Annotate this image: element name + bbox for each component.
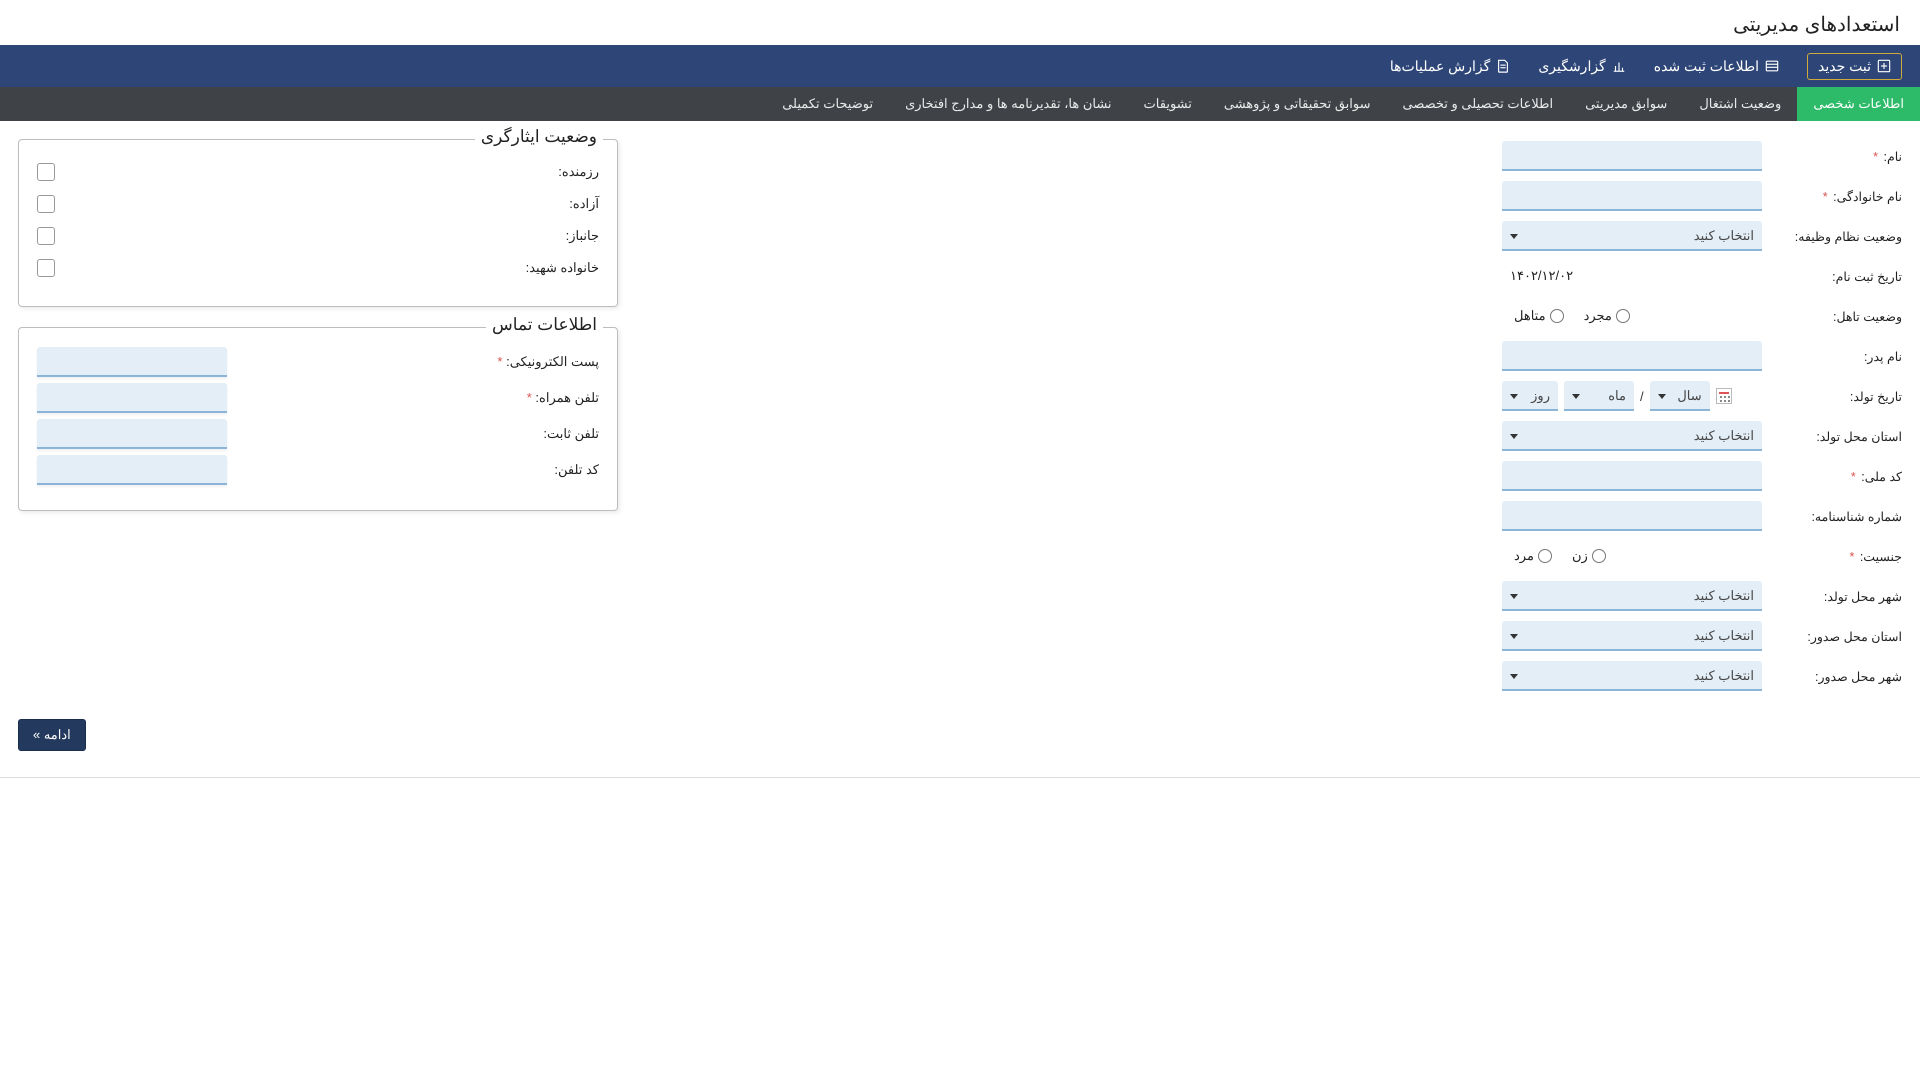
label-phone: تلفن ثابت:	[235, 426, 599, 442]
veteran-label-0: رزمنده:	[558, 164, 599, 180]
new-label: ثبت جدید	[1818, 58, 1871, 75]
dob-month-select[interactable]: ماه	[1564, 381, 1634, 411]
tab-employment[interactable]: وضعیت اشتغال	[1683, 87, 1797, 121]
label-father: نام پدر:	[1762, 349, 1902, 364]
page-title: استعدادهای مدیریتی	[0, 0, 1920, 45]
father-input[interactable]	[1502, 341, 1762, 371]
tab-research[interactable]: سوابق تحقیقاتی و پژوهشی	[1208, 87, 1387, 121]
birth-city-select[interactable]: انتخاب کنید	[1502, 581, 1762, 611]
label-area: کد تلفن:	[235, 462, 599, 478]
label-idno: شماره شناسنامه:	[1762, 509, 1902, 524]
document-icon	[1496, 59, 1510, 73]
oplog-link[interactable]: گزارش عملیات‌ها	[1390, 58, 1510, 75]
area-input[interactable]	[37, 455, 227, 485]
veteran-label-3: خانواده شهید:	[526, 260, 599, 276]
mobile-input[interactable]	[37, 383, 227, 413]
personal-fields: نام: * نام خانوادگی: * وضعیت نظام وظیفه:…	[1502, 139, 1902, 699]
continue-button[interactable]: ادامه »	[18, 719, 86, 751]
phone-input[interactable]	[37, 419, 227, 449]
idno-input[interactable]	[1502, 501, 1762, 531]
label-military: وضعیت نظام وظیفه:	[1762, 229, 1902, 244]
reporting-label: گزارشگیری	[1538, 58, 1605, 75]
radio-female[interactable]: زن	[1566, 548, 1606, 564]
label-last-name: نام خانوادگی: *	[1762, 189, 1902, 204]
list-icon	[1765, 59, 1779, 73]
veteran-label-1: آزاده:	[569, 196, 599, 212]
veteran-fieldset: وضعیت ایثارگری رزمنده: آزاده: جانباز: خا…	[18, 139, 618, 307]
nid-input[interactable]	[1502, 461, 1762, 491]
label-dob: تاریخ تولد:	[1762, 389, 1902, 404]
plus-square-icon	[1877, 59, 1891, 73]
last-name-input[interactable]	[1502, 181, 1762, 211]
label-issue-province: استان محل صدور:	[1762, 629, 1902, 644]
label-birth-city: شهر محل تولد:	[1762, 589, 1902, 604]
tab-honors[interactable]: نشان ها، تقدیرنامه ها و مدارج افتخاری	[889, 87, 1127, 121]
birth-province-select[interactable]: انتخاب کنید	[1502, 421, 1762, 451]
contact-legend: اطلاعات تماس	[486, 315, 603, 335]
veteran-legend: وضعیت ایثارگری	[475, 127, 603, 147]
label-nid: کد ملی: *	[1762, 469, 1902, 484]
radio-married[interactable]: متاهل	[1508, 308, 1564, 324]
tab-notes[interactable]: توضیحات تکمیلی	[766, 87, 889, 121]
first-name-input[interactable]	[1502, 141, 1762, 171]
separator	[0, 777, 1920, 778]
tabs: اطلاعات شخصی وضعیت اشتغال سوابق مدیریتی …	[0, 87, 1920, 121]
military-select[interactable]: انتخاب کنید	[1502, 221, 1762, 251]
veteran-label-2: جانباز:	[566, 228, 599, 244]
label-first-name: نام: *	[1762, 149, 1902, 164]
label-email: پست الکترونیکی: *	[235, 354, 599, 370]
label-reg-date: تاریخ ثبت نام:	[1762, 269, 1902, 284]
dob-day-select[interactable]: روز	[1502, 381, 1558, 411]
tab-management[interactable]: سوابق مدیریتی	[1569, 87, 1683, 121]
issue-city-select[interactable]: انتخاب کنید	[1502, 661, 1762, 691]
label-marital: وضعیت تاهل:	[1762, 309, 1902, 324]
tab-personal[interactable]: اطلاعات شخصی	[1797, 87, 1920, 121]
oplog-label: گزارش عملیات‌ها	[1390, 58, 1490, 75]
contact-fieldset: اطلاعات تماس پست الکترونیکی: * تلفن همرا…	[18, 327, 618, 511]
tab-awards[interactable]: تشویقات	[1128, 87, 1208, 121]
side-panels: وضعیت ایثارگری رزمنده: آزاده: جانباز: خا…	[18, 139, 618, 699]
reg-date-value: ۱۴۰۲/۱۲/۰۲	[1502, 268, 1762, 284]
label-issue-city: شهر محل صدور:	[1762, 669, 1902, 684]
label-gender: جنسیت: *	[1762, 549, 1902, 564]
veteran-check-2[interactable]	[37, 227, 55, 245]
veteran-check-1[interactable]	[37, 195, 55, 213]
veteran-check-3[interactable]	[37, 259, 55, 277]
calendar-icon[interactable]	[1716, 388, 1732, 404]
veteran-check-0[interactable]	[37, 163, 55, 181]
radio-male[interactable]: مرد	[1508, 548, 1552, 564]
label-birth-province: استان محل تولد:	[1762, 429, 1902, 444]
dob-year-select[interactable]: سال	[1650, 381, 1710, 411]
reporting-link[interactable]: گزارشگیری	[1538, 58, 1625, 75]
email-input[interactable]	[37, 347, 227, 377]
tab-education[interactable]: اطلاعات تحصیلی و تخصصی	[1387, 87, 1570, 121]
registered-label: اطلاعات ثبت شده	[1654, 58, 1759, 75]
label-mobile: تلفن همراه: *	[235, 390, 599, 406]
issue-province-select[interactable]: انتخاب کنید	[1502, 621, 1762, 651]
slash: /	[1640, 389, 1644, 404]
chart-icon	[1612, 59, 1626, 73]
topbar: ثبت جدید اطلاعات ثبت شده گزارشگیری گزارش…	[0, 45, 1920, 87]
registered-link[interactable]: اطلاعات ثبت شده	[1654, 58, 1779, 75]
radio-single[interactable]: مجرد	[1578, 308, 1630, 324]
new-button[interactable]: ثبت جدید	[1807, 53, 1902, 80]
